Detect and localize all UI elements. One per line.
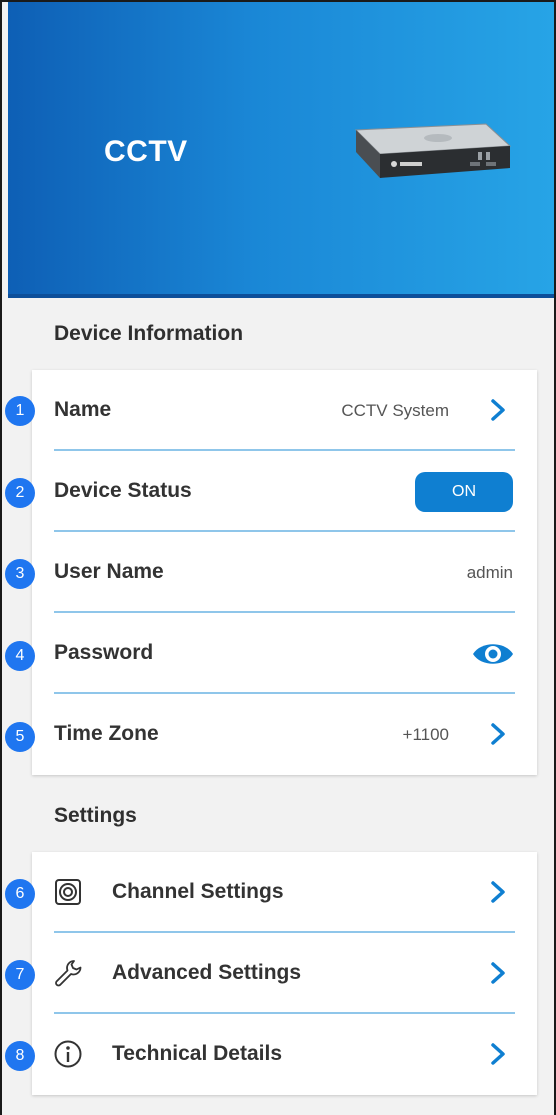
name-value: CCTV System: [341, 401, 449, 420]
chevron-right-icon[interactable]: [489, 398, 507, 422]
callout-badge-3: 3: [5, 559, 35, 589]
device-status-row: Device Status ON: [32, 451, 537, 532]
callout-badge-1: 1: [5, 396, 35, 426]
password-row: Password: [32, 613, 537, 694]
technical-details-row[interactable]: Technical Details: [32, 1014, 537, 1095]
callout-badge-8: 8: [5, 1041, 35, 1071]
callout-badge-2: 2: [5, 478, 35, 508]
technical-details-label: Technical Details: [112, 1042, 283, 1065]
chevron-right-icon[interactable]: [489, 1042, 507, 1066]
advanced-settings-row[interactable]: Advanced Settings: [32, 933, 537, 1014]
channel-settings-label: Channel Settings: [112, 880, 284, 903]
callout-badge-6: 6: [5, 879, 35, 909]
wrench-icon: [55, 960, 82, 987]
page-title: CCTV: [104, 135, 188, 168]
callout-badge-5: 5: [5, 722, 35, 752]
device-status-toggle[interactable]: ON: [415, 472, 513, 512]
info-icon: [54, 1040, 82, 1068]
chevron-right-icon[interactable]: [489, 722, 507, 746]
eye-icon[interactable]: [471, 639, 515, 669]
device-status-label: Device Status: [54, 479, 192, 502]
chevron-right-icon[interactable]: [489, 880, 507, 904]
user-name-label: User Name: [54, 560, 164, 583]
time-zone-value: +1100: [402, 725, 449, 744]
device-information-title: Device Information: [54, 322, 244, 345]
settings-card: Channel Settings Advanced Settings Techn…: [32, 852, 537, 1095]
password-label: Password: [54, 641, 154, 664]
time-zone-label: Time Zone: [54, 722, 159, 745]
name-label: Name: [54, 398, 112, 421]
callout-badge-7: 7: [5, 960, 35, 990]
user-name-value: admin: [466, 563, 513, 582]
name-row[interactable]: Name CCTV System: [32, 370, 537, 451]
advanced-settings-label: Advanced Settings: [112, 961, 302, 984]
chevron-right-icon[interactable]: [489, 961, 507, 985]
channel-icon: [55, 879, 81, 905]
screen: CCTV Device Information 1 2 3 4 5 Name C…: [0, 0, 556, 1115]
device-information-card: Name CCTV System Device Status ON User N…: [32, 370, 537, 775]
channel-settings-row[interactable]: Channel Settings: [32, 852, 537, 933]
settings-title: Settings: [54, 804, 137, 827]
callout-badge-4: 4: [5, 641, 35, 671]
user-name-row: User Name admin: [32, 532, 537, 613]
time-zone-row[interactable]: Time Zone +1100: [32, 694, 537, 775]
device-header: CCTV: [8, 2, 554, 298]
dvr-device-image: [354, 123, 512, 178]
